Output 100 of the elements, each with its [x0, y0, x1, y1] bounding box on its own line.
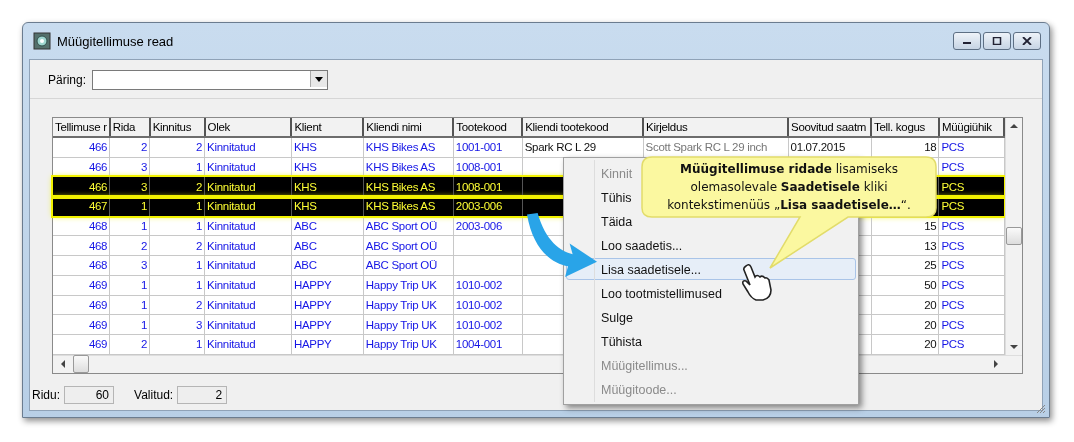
table-cell[interactable]: 2 — [109, 334, 150, 355]
table-cell[interactable]: Kinnitatud — [204, 235, 292, 256]
table-cell[interactable]: 20 — [871, 295, 939, 315]
table-cell[interactable]: 468 — [53, 235, 110, 256]
menu-item[interactable]: Loo tootmistellimused — [566, 282, 723, 304]
table-cell[interactable]: 1 — [149, 157, 205, 177]
table-cell[interactable]: ABC — [291, 235, 364, 256]
table-cell[interactable]: 2 — [149, 235, 205, 256]
minimize-button[interactable] — [953, 32, 981, 50]
column-header[interactable]: Kliendi tootekood — [522, 118, 644, 137]
table-cell[interactable]: 3 — [109, 157, 150, 177]
column-header[interactable]: Tellimuse r — [53, 118, 110, 137]
table-cell[interactable]: ABC Sport OÜ — [363, 255, 454, 276]
table-cell[interactable]: PCS — [938, 255, 1004, 276]
table-cell[interactable]: ABC Sport OÜ — [363, 216, 454, 236]
close-button[interactable] — [1013, 32, 1041, 50]
table-cell[interactable]: PCS — [938, 295, 1004, 315]
table-cell[interactable]: Kinnitatud — [204, 157, 292, 177]
table-cell[interactable]: Kinnitatud — [204, 275, 292, 295]
table-cell[interactable]: HAPPY — [291, 314, 364, 335]
table-cell[interactable]: 468 — [53, 255, 110, 276]
table-cell[interactable]: 466 — [53, 137, 110, 158]
table-cell[interactable]: 468 — [53, 216, 110, 236]
column-header[interactable]: Kinnitus — [149, 118, 205, 137]
maximize-button[interactable] — [983, 32, 1011, 50]
table-cell[interactable]: 2 — [109, 235, 150, 256]
table-cell[interactable]: KHS — [291, 137, 364, 158]
table-cell[interactable]: 1 — [109, 216, 150, 236]
table-cell[interactable]: 1010-002 — [453, 314, 523, 335]
table-cell[interactable]: Happy Trip UK — [363, 314, 454, 335]
table-cell[interactable]: Kinnitatud — [204, 255, 292, 276]
table-cell[interactable]: Happy Trip UK — [363, 334, 454, 355]
table-cell[interactable]: Kinnitatud — [204, 314, 292, 335]
table-cell[interactable]: 1 — [109, 275, 150, 295]
table-cell[interactable]: Kinnitatud — [204, 334, 292, 355]
table-cell[interactable]: 1010-002 — [453, 295, 523, 315]
column-header[interactable]: Rida — [109, 118, 150, 137]
table-cell[interactable]: ABC — [291, 255, 364, 276]
column-header[interactable]: Olek — [204, 118, 292, 137]
column-header[interactable]: Müügiühik — [938, 118, 1004, 137]
table-cell[interactable]: 1004-001 — [453, 334, 523, 355]
table-cell[interactable]: ABC — [291, 216, 364, 236]
table-cell[interactable]: KHS — [291, 176, 364, 197]
table-cell[interactable]: PCS — [938, 334, 1004, 355]
table-cell[interactable]: HAPPY — [291, 275, 364, 295]
table-cell[interactable]: 2003-006 — [453, 216, 523, 236]
table-cell[interactable]: Kinnitatud — [204, 216, 292, 236]
table-cell[interactable]: 1 — [149, 334, 205, 355]
table-cell[interactable]: 2 — [149, 295, 205, 315]
scroll-thumb[interactable] — [73, 355, 89, 374]
table-cell[interactable]: 2 — [109, 137, 150, 158]
column-header[interactable]: Klient — [291, 118, 364, 137]
resize-grip-icon[interactable] — [1036, 404, 1046, 414]
table-cell[interactable]: 469 — [53, 334, 110, 355]
menu-item[interactable]: Tühis — [566, 186, 633, 208]
table-cell[interactable]: KHS Bikes AS — [363, 157, 454, 177]
table-cell[interactable]: HAPPY — [291, 334, 364, 355]
table-cell[interactable]: Happy Trip UK — [363, 295, 454, 315]
table-cell[interactable]: 1 — [149, 216, 205, 236]
table-cell[interactable]: ABC Sport OÜ — [363, 235, 454, 256]
column-header[interactable]: Tell. kogus — [871, 118, 939, 137]
table-cell[interactable]: PCS — [938, 275, 1004, 295]
table-cell[interactable]: PCS — [938, 137, 1004, 158]
table-cell[interactable]: PCS — [938, 216, 1004, 236]
table-cell[interactable]: PCS — [938, 176, 1004, 197]
table-cell[interactable]: 1 — [109, 295, 150, 315]
table-cell[interactable]: PCS — [938, 235, 1004, 256]
table-cell[interactable]: 25 — [871, 255, 939, 276]
table-cell[interactable]: KHS Bikes AS — [363, 176, 454, 197]
table-cell[interactable]: Kinnitatud — [204, 137, 292, 158]
table-cell[interactable]: 1 — [149, 275, 205, 295]
table-cell[interactable]: KHS — [291, 157, 364, 177]
table-cell[interactable]: 469 — [53, 295, 110, 315]
query-dropdown[interactable] — [92, 70, 329, 90]
menu-item[interactable]: Tühista — [566, 330, 643, 352]
table-cell[interactable]: 1008-001 — [453, 176, 523, 197]
table-cell[interactable]: KHS Bikes AS — [363, 137, 454, 158]
table-cell[interactable]: 1001-001 — [453, 137, 523, 158]
table-cell[interactable]: 467 — [53, 196, 110, 217]
table-cell[interactable]: 50 — [871, 275, 939, 295]
table-cell[interactable]: 3 — [109, 176, 150, 197]
table-cell[interactable]: 20 — [871, 314, 939, 335]
table-cell[interactable]: 3 — [109, 255, 150, 276]
table-cell[interactable]: PCS — [938, 157, 1004, 177]
table-cell[interactable]: Kinnitatud — [204, 176, 292, 197]
menu-item[interactable]: Loo saadetis... — [566, 234, 684, 256]
table-cell[interactable]: 1 — [149, 255, 205, 276]
table-cell[interactable]: 469 — [53, 314, 110, 335]
table-cell[interactable]: 1 — [109, 314, 150, 335]
table-cell[interactable]: Kinnitatud — [204, 295, 292, 315]
table-cell[interactable]: 1010-002 — [453, 275, 523, 295]
column-header[interactable]: Soovitud saatm — [788, 118, 871, 137]
column-header[interactable]: Tootekood — [453, 118, 523, 137]
table-cell[interactable]: 2 — [149, 176, 205, 197]
vertical-scrollbar[interactable] — [1005, 118, 1022, 355]
table-cell[interactable]: 20 — [871, 334, 939, 355]
table-cell[interactable]: 1008-001 — [453, 157, 523, 177]
table-cell[interactable]: Happy Trip UK — [363, 275, 454, 295]
table-cell[interactable]: 466 — [53, 157, 110, 177]
table-cell[interactable]: 3 — [149, 314, 205, 335]
